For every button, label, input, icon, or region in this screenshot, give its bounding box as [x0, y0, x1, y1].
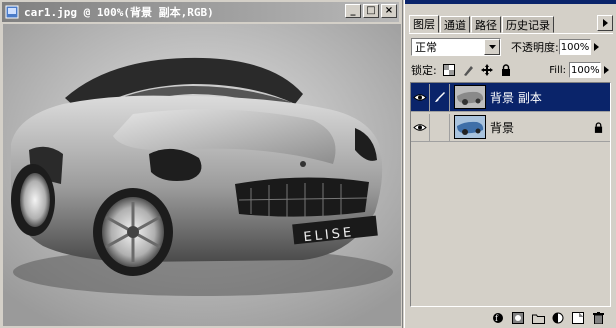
- window-controls: _ □ ×: [345, 4, 397, 18]
- eye-icon: [413, 93, 427, 101]
- layer-style-icon[interactable]: f: [491, 311, 505, 325]
- maximize-button[interactable]: □: [363, 4, 379, 18]
- image-canvas[interactable]: ELISE: [3, 24, 401, 326]
- layer-name: 背景 副本: [490, 90, 542, 105]
- lock-all-icon[interactable]: [498, 62, 514, 78]
- layer-thumbnail: [454, 85, 486, 109]
- maximize-icon: □: [366, 5, 376, 16]
- fill-slider-button[interactable]: [601, 62, 612, 78]
- new-set-icon[interactable]: [531, 311, 545, 325]
- adjustment-layer-icon[interactable]: [551, 311, 565, 325]
- close-icon: ×: [384, 5, 394, 16]
- document-title: car1.jpg @ 100%(背景 副本,RGB): [24, 6, 214, 19]
- blend-opacity-row: 正常 不透明度: 100%: [411, 37, 612, 57]
- tab-layers[interactable]: 图层: [409, 15, 439, 33]
- document-window: car1.jpg @ 100%(背景 副本,RGB) _ □ × ELISE: [0, 0, 403, 328]
- blend-mode-value: 正常: [415, 41, 437, 54]
- lock-label: 锁定:: [411, 64, 437, 77]
- lock-fill-row: 锁定: Fill: 100%: [411, 61, 612, 79]
- layers-list: 背景 副本 背景: [410, 82, 611, 307]
- visibility-toggle[interactable]: [411, 113, 430, 141]
- arrow-right-icon: [603, 19, 608, 27]
- lock-position-icon[interactable]: [479, 62, 495, 78]
- arrow-right-icon: [604, 66, 609, 74]
- car-image: ELISE: [3, 24, 401, 326]
- opacity-input[interactable]: 100%: [558, 39, 591, 55]
- photoshop-doc-icon: [4, 4, 20, 20]
- visibility-toggle[interactable]: [411, 83, 430, 111]
- layers-palette: 图层 通道 路径 历史记录 正常 不透明度: 100% 锁定: Fill: 10…: [404, 0, 616, 328]
- minimize-icon: _: [350, 5, 356, 16]
- photoshop-workspace: car1.jpg @ 100%(背景 副本,RGB) _ □ × ELISE 图…: [0, 0, 616, 328]
- active-layer-indicator[interactable]: [430, 83, 450, 111]
- document-titlebar[interactable]: car1.jpg @ 100%(背景 副本,RGB) _ □ ×: [2, 2, 399, 22]
- opacity-slider-button[interactable]: [591, 39, 602, 55]
- palette-bottom-bar: f: [410, 310, 611, 326]
- minimize-button[interactable]: _: [345, 4, 361, 18]
- tab-channels[interactable]: 通道: [440, 16, 470, 33]
- new-layer-icon[interactable]: [571, 311, 585, 325]
- lock-transparent-icon[interactable]: [441, 62, 457, 78]
- tab-paths[interactable]: 路径: [471, 16, 501, 33]
- brush-icon: [434, 92, 445, 102]
- lock-icon: [592, 121, 604, 133]
- tab-divider: [409, 33, 613, 34]
- palette-titlebar[interactable]: [405, 0, 616, 4]
- palette-tabs: 图层 通道 路径 历史记录: [409, 15, 555, 33]
- opacity-label: 不透明度:: [511, 41, 559, 54]
- trash-icon[interactable]: [591, 311, 605, 325]
- mask-icon[interactable]: [511, 311, 525, 325]
- palette-menu-button[interactable]: [597, 15, 613, 31]
- fill-input[interactable]: 100%: [569, 62, 601, 78]
- layer-thumbnail: [454, 115, 486, 139]
- arrow-right-icon: [593, 43, 599, 51]
- close-button[interactable]: ×: [381, 4, 397, 18]
- layer-name: 背景: [490, 120, 515, 135]
- layer-row-background[interactable]: 背景: [411, 113, 610, 142]
- fill-label: Fill:: [549, 64, 566, 76]
- lock-image-icon[interactable]: [460, 62, 476, 78]
- link-cell[interactable]: [430, 113, 450, 141]
- chevron-down-icon: [484, 39, 500, 55]
- layer-row-background-copy[interactable]: 背景 副本: [411, 83, 610, 112]
- blend-mode-select[interactable]: 正常: [411, 38, 501, 56]
- eye-icon: [413, 123, 427, 131]
- tab-history[interactable]: 历史记录: [502, 16, 554, 33]
